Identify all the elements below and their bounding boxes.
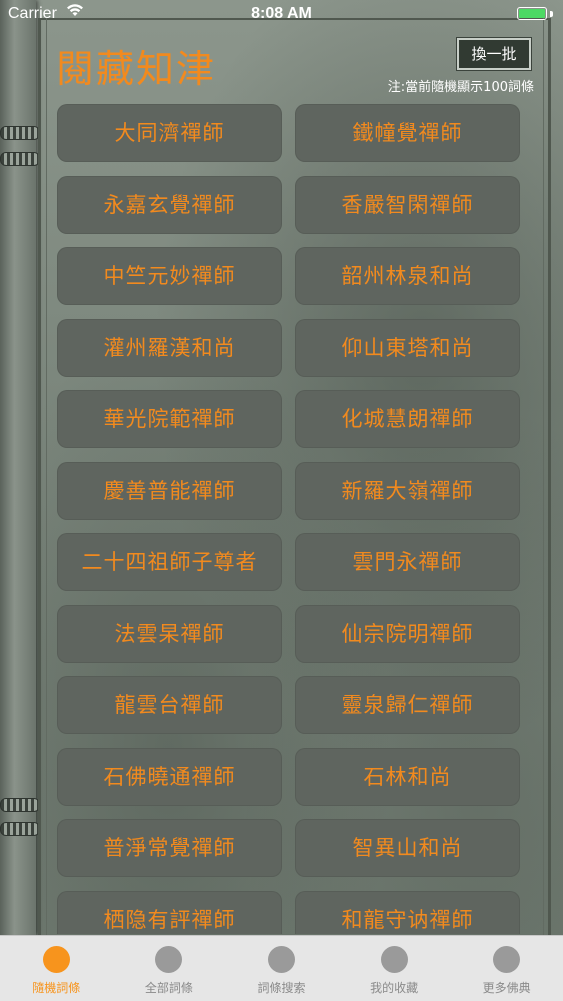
entry-button[interactable]: 大同濟禪師 — [57, 104, 282, 162]
entry-button[interactable]: 香嚴智閑禪師 — [295, 176, 520, 234]
frame-border-left-inner — [46, 18, 47, 1000]
entry-button[interactable]: 石佛曉通禪師 — [57, 748, 282, 806]
binding-knot — [0, 126, 40, 140]
circle-icon — [380, 946, 408, 973]
circle-icon — [493, 946, 521, 973]
entry-button[interactable]: 韶州林泉和尚 — [295, 247, 520, 305]
entry-button[interactable]: 仰山東塔和尚 — [295, 319, 520, 377]
entry-button[interactable]: 二十四祖師子尊者 — [57, 533, 282, 591]
tab-random-entries[interactable]: 隨機詞條 — [0, 936, 113, 1001]
entry-button[interactable]: 華光院範禪師 — [57, 390, 282, 448]
entry-button[interactable]: 中竺元妙禪師 — [57, 247, 282, 305]
entry-button[interactable]: 灌州羅漢和尚 — [57, 319, 282, 377]
entry-button[interactable]: 仙宗院明禪師 — [295, 605, 520, 663]
tab-label: 隨機詞條 — [32, 981, 81, 995]
tab-label: 全部詞條 — [144, 981, 193, 995]
tab-label: 我的收藏 — [370, 981, 419, 995]
battery-tip — [550, 11, 553, 17]
status-bar: Carrier 8:08 AM — [0, 0, 563, 28]
entry-button[interactable]: 化城慧朗禪師 — [295, 390, 520, 448]
entry-button[interactable]: 石林和尚 — [295, 748, 520, 806]
entry-grid: 大同濟禪師 鐵幢覺禪師 永嘉玄覺禪師 香嚴智閑禪師 中竺元妙禪師 韶州林泉和尚 … — [57, 104, 520, 934]
circle-icon — [155, 946, 183, 973]
entry-button[interactable]: 靈泉歸仁禪師 — [295, 676, 520, 734]
frame-border-left — [38, 18, 41, 1000]
battery-level — [519, 9, 545, 18]
entry-button[interactable]: 普淨常覺禪師 — [57, 819, 282, 877]
book-binding — [0, 0, 36, 935]
tab-label: 詞條搜索 — [257, 981, 306, 995]
tab-search[interactable]: 詞條搜索 — [225, 936, 338, 1001]
tab-all-entries[interactable]: 全部詞條 — [113, 936, 226, 1001]
entry-button[interactable]: 和龍守讷禪師 — [295, 891, 520, 934]
frame-border-right — [548, 18, 551, 1000]
tab-label: 更多佛典 — [482, 981, 531, 995]
entry-button[interactable]: 新羅大嶺禪師 — [295, 462, 520, 520]
refresh-batch-button[interactable]: 換一批 — [456, 37, 532, 71]
binding-knot — [0, 152, 40, 166]
entry-button[interactable]: 智異山和尚 — [295, 819, 520, 877]
entry-button[interactable]: 法雲杲禪師 — [57, 605, 282, 663]
tab-favorites[interactable]: 我的收藏 — [338, 936, 451, 1001]
clock: 8:08 AM — [251, 5, 312, 22]
tab-more-scriptures[interactable]: 更多佛典 — [450, 936, 563, 1001]
tab-bar: 隨機詞條 全部詞條 詞條搜索 我的收藏 更多佛典 — [0, 935, 563, 1001]
circle-icon — [267, 946, 295, 973]
entry-button[interactable]: 栖隐有評禪師 — [57, 891, 282, 934]
frame-border-right-inner — [543, 18, 544, 1000]
entry-button[interactable]: 慶善普能禪師 — [57, 462, 282, 520]
battery-icon — [517, 7, 547, 20]
entry-button[interactable]: 鐵幢覺禪師 — [295, 104, 520, 162]
entry-button[interactable]: 永嘉玄覺禪師 — [57, 176, 282, 234]
binding-knot — [0, 822, 40, 836]
entry-button[interactable]: 雲門永禪師 — [295, 533, 520, 591]
entry-button[interactable]: 龍雲台禪師 — [57, 676, 282, 734]
app-title: 閱藏知津 — [56, 47, 217, 91]
random-count-note: 注:當前隨機顯示100詞條 — [387, 80, 534, 95]
circle-icon — [42, 946, 70, 973]
binding-knot — [0, 798, 40, 812]
